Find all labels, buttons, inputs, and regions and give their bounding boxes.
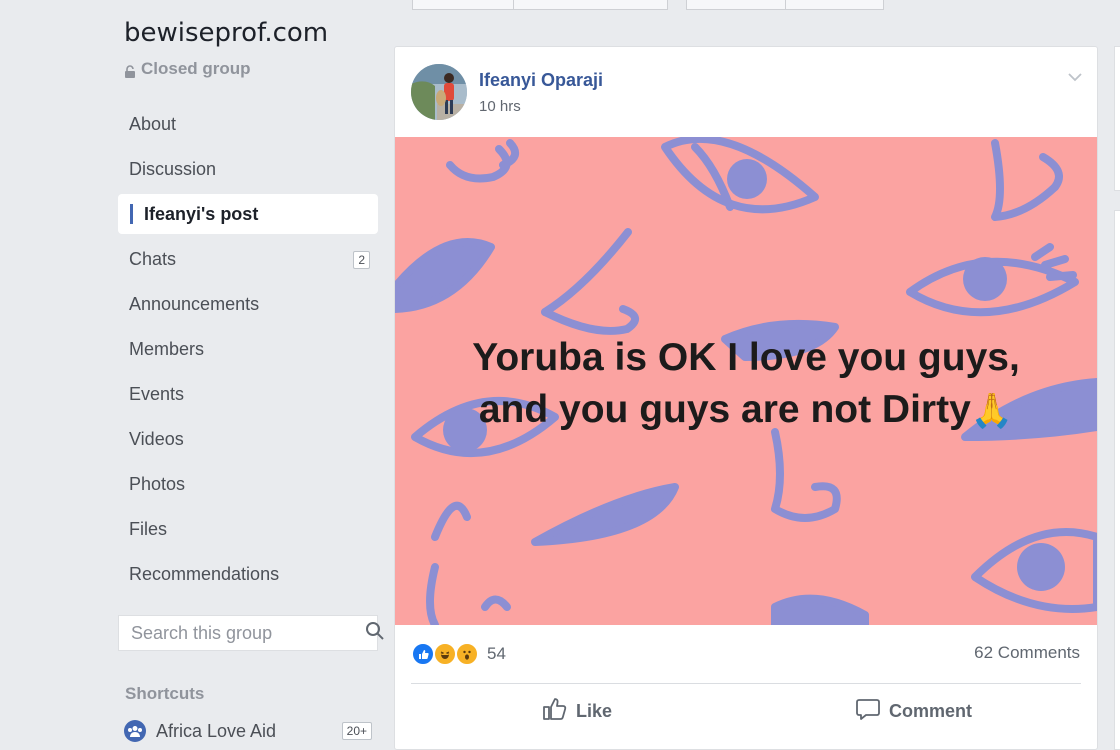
reaction-summary[interactable]: 54 [411, 642, 506, 666]
post-background-art: Yoruba is OK I love you guys, and you gu… [395, 137, 1097, 625]
nav-item-label: Recommendations [129, 564, 280, 584]
thumbs-up-icon [542, 697, 568, 726]
post-text: Yoruba is OK I love you guys, and you gu… [395, 332, 1097, 437]
author-avatar[interactable] [411, 64, 467, 120]
group-privacy: Closed group [124, 59, 251, 79]
shortcuts-heading: Shortcuts [125, 684, 205, 703]
top-toolbar-right [686, 0, 884, 10]
group-search[interactable] [118, 615, 384, 651]
nav-item-label: Events [129, 384, 185, 404]
nav-item-label: Files [129, 519, 168, 539]
like-button[interactable]: Like [542, 697, 612, 726]
haha-reaction-icon [433, 642, 457, 666]
top-toolbar-left [412, 0, 668, 10]
nav-item-label: Chats [129, 249, 177, 269]
group-privacy-label: Closed group [141, 59, 251, 78]
right-column-card [1114, 46, 1120, 191]
nav-item-videos[interactable]: Videos [118, 417, 378, 462]
nav-item-chats[interactable]: Chats 2 [118, 237, 378, 282]
comment-label: Comment [889, 701, 973, 721]
comment-icon [855, 697, 881, 726]
nav-item-label: Ifeanyi's post [144, 203, 259, 224]
nav-item-label: Discussion [129, 159, 217, 179]
post-timestamp[interactable]: 10 hrs [479, 98, 521, 115]
search-input[interactable] [129, 621, 365, 645]
group-icon [124, 720, 146, 742]
search-icon[interactable] [365, 621, 385, 646]
nav-item-discussion[interactable]: Discussion [118, 147, 378, 192]
praying-hands-icon: 🙏 [970, 392, 1014, 430]
nav-item-label: Members [129, 339, 205, 359]
post-text-line-2: and you guys are not Dirty🙏 [395, 384, 1097, 437]
reaction-count: 54 [487, 644, 506, 663]
lock-icon [124, 63, 136, 78]
shortcut-count-badge: 20+ [341, 722, 372, 740]
group-nav: About Discussion Ifeanyi's post Chats 2 Annou… [118, 102, 378, 597]
nav-item-events[interactable]: Events [118, 372, 378, 417]
nav-item-label: Videos [129, 429, 184, 449]
group-name[interactable]: bewiseprof.com [124, 18, 328, 48]
nav-item-members[interactable]: Members [118, 327, 378, 372]
post-author[interactable]: Ifeanyi Oparaji [479, 70, 603, 91]
comments-count[interactable]: 62 Comments [974, 643, 1080, 663]
nav-item-files[interactable]: Files [118, 507, 378, 552]
post-card: Ifeanyi Oparaji 10 hrs Yoruba is OK I lo… [394, 46, 1098, 750]
like-label: Like [576, 701, 613, 721]
nav-item-label: Photos [129, 474, 186, 494]
nav-item-announcements[interactable]: Announcements [118, 282, 378, 327]
nav-count-badge: 2 [353, 250, 370, 269]
shortcut-label: Africa Love Aid [156, 720, 277, 741]
wow-reaction-icon [455, 642, 479, 666]
nav-item-label: About [129, 114, 177, 134]
like-reaction-icon [411, 642, 435, 666]
nav-item-photos[interactable]: Photos [118, 462, 378, 507]
comment-button[interactable]: Comment [855, 697, 972, 726]
nav-item-label: Announcements [129, 294, 260, 314]
chevron-down-icon[interactable] [1067, 69, 1083, 87]
post-text-line-1: Yoruba is OK I love you guys, [472, 336, 1020, 379]
nav-item-about[interactable]: About [118, 102, 378, 147]
group-sidebar: bewiseprof.com Closed group About Discuss… [0, 0, 392, 750]
nav-item-ifeanyi-s-post[interactable]: Ifeanyi's post [118, 194, 378, 234]
post-text-line-2-text: and you guys are not Dirty [478, 388, 971, 431]
nav-item-recommendations[interactable]: Recommendations [118, 552, 378, 597]
right-column-card [1114, 210, 1120, 750]
divider [411, 683, 1081, 684]
shortcut-item-africa-love-aid[interactable]: Africa Love Aid 20+ [124, 720, 372, 742]
